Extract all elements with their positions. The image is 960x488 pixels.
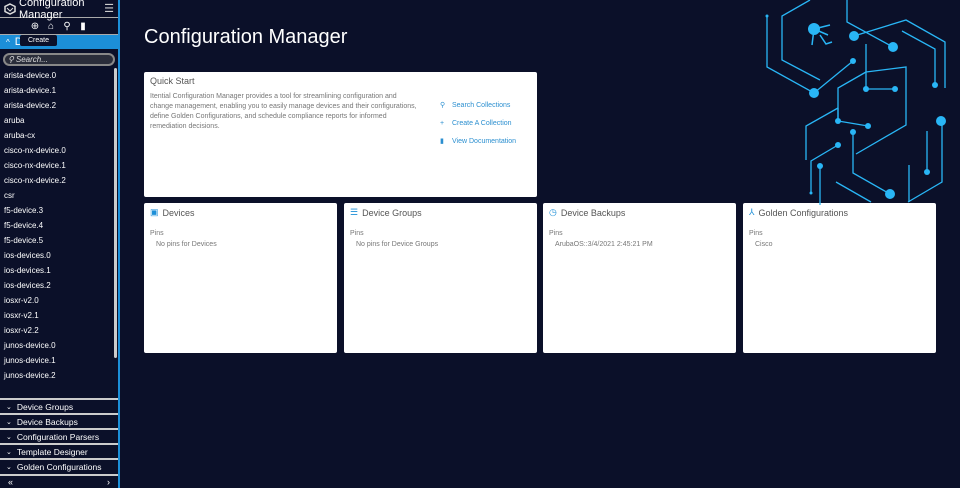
- section-label: Device Backups: [16, 416, 78, 427]
- chevron-down-icon: ⌄: [6, 463, 12, 471]
- create-tooltip: Create: [20, 35, 58, 46]
- summary-card: ▣ Devices Pins No pins for Devices: [144, 203, 337, 353]
- device-list: arista-device.0 arista-device.1 arista-dev…: [0, 68, 118, 388]
- chevron-down-icon: ⌄: [6, 403, 12, 411]
- pin-value[interactable]: ArubaOS::3/4/2021 2:45:21 PM: [543, 237, 736, 252]
- circuit-decoration: [765, 0, 946, 205]
- search-icon: ⚲: [8, 55, 14, 64]
- card-title-label: Device Groups: [362, 207, 422, 218]
- search-icon: ⚲: [440, 102, 446, 109]
- chevron-up-icon: ^: [6, 37, 10, 47]
- sidebar-footer: « ›: [0, 474, 118, 488]
- device-list-item[interactable]: csr: [0, 188, 118, 203]
- sidebar-section[interactable]: ⌄ Device Backups: [0, 413, 118, 428]
- create-collection-link[interactable]: + Create A Collection: [440, 114, 516, 132]
- section-devices-header[interactable]: ^ D Create: [0, 35, 118, 49]
- create-icon[interactable]: ⊕: [30, 21, 40, 32]
- page-title: Configuration Manager: [144, 26, 348, 48]
- chevron-down-icon: ⌄: [6, 433, 12, 441]
- pin-value: No pins for Device Groups: [356, 241, 439, 248]
- device-list-item[interactable]: junos-device.0: [0, 338, 118, 353]
- chevron-down-icon: ⌄: [6, 418, 12, 426]
- sidebar-section[interactable]: ⌄ Device Groups: [0, 398, 118, 413]
- app-logo-icon: [4, 2, 16, 15]
- hamburger-menu-icon[interactable]: ☰: [104, 2, 114, 15]
- search-collections-link[interactable]: ⚲ Search Collections: [440, 96, 516, 114]
- scrollbar[interactable]: [114, 68, 117, 358]
- quick-start-text: Itential Configuration Manager provides …: [150, 93, 417, 130]
- device-list-item[interactable]: ios-devices.1: [0, 263, 118, 278]
- search-placeholder: Search...: [15, 55, 48, 64]
- card-title[interactable]: ◷ Device Backups: [543, 203, 736, 222]
- plus-icon: +: [440, 119, 445, 127]
- card-title: Quick Start: [150, 76, 195, 86]
- device-list-item[interactable]: arista-device.0: [0, 68, 118, 83]
- device-list-item[interactable]: f5-device.3: [0, 203, 118, 218]
- card-title[interactable]: ▣ Devices: [144, 203, 337, 222]
- expand-button[interactable]: ›: [107, 477, 110, 487]
- device-list-item[interactable]: cisco-nx-device.1: [0, 158, 118, 173]
- link-label: Create A Collection: [452, 119, 512, 127]
- collapse-sidebar-button[interactable]: «: [8, 477, 13, 487]
- device-list-item[interactable]: arista-device.1: [0, 83, 118, 98]
- section-label: Device Groups: [16, 401, 74, 412]
- section-label: Golden Configurations: [16, 461, 102, 472]
- device-list-item[interactable]: ios-devices.2: [0, 278, 118, 293]
- sidebar: Configuration Manager ☰ ⊕ ⌂ ⚲ ▮ ^ D Crea…: [0, 0, 120, 488]
- view-documentation-link[interactable]: ▮ View Documentation: [440, 132, 516, 150]
- sidebar-header: Configuration Manager ☰: [0, 0, 118, 21]
- pins-label: Pins: [549, 230, 563, 237]
- device-list-item[interactable]: junos-device.1: [0, 353, 118, 368]
- sidebar-section[interactable]: ⌄ Configuration Parsers: [0, 428, 118, 443]
- sidebar-sections: ⌄ Device Groups ⌄ Device Backups ⌄ Configurat…: [0, 398, 118, 473]
- summary-card: ◷ Device BackupsPins ArubaOS::3/4/2021 2:4…: [543, 203, 736, 353]
- sidebar-section[interactable]: ⌄ Template Designer: [0, 443, 118, 458]
- card-title-label: Devices: [162, 207, 195, 218]
- sidebar-toolbar: ⊕ ⌂ ⚲ ▮: [0, 19, 118, 35]
- card-title-label: Device Backups: [560, 207, 626, 218]
- history-icon: ◷: [549, 207, 557, 217]
- pins-label: Pins: [150, 230, 164, 237]
- home-icon[interactable]: ⌂: [46, 21, 56, 32]
- device-list-item[interactable]: cisco-nx-device.0: [0, 143, 118, 158]
- link-label: View Documentation: [452, 137, 517, 145]
- search-input[interactable]: ⚲ Search...: [3, 53, 115, 66]
- section-label: Configuration Parsers: [16, 431, 100, 442]
- device-list-item[interactable]: iosxr-v2.1: [0, 308, 118, 323]
- document-icon[interactable]: ▮: [78, 21, 88, 32]
- device-list-item[interactable]: aruba-cx: [0, 128, 118, 143]
- device-list-item[interactable]: aruba: [0, 113, 118, 128]
- search-icon[interactable]: ⚲: [62, 21, 72, 32]
- card-title[interactable]: ☰ Device Groups: [344, 203, 537, 222]
- link-label: Search Collections: [452, 101, 511, 109]
- devices-icon: ▣: [150, 207, 159, 217]
- summary-card: ☰ Device Groups Pins No pins for Device Gro…: [344, 203, 537, 353]
- sidebar-section[interactable]: ⌄ Golden Configurations: [0, 458, 118, 473]
- device-list-item[interactable]: arista-device.2: [0, 98, 118, 113]
- device-list-item[interactable]: cisco-nx-device.2: [0, 173, 118, 188]
- quick-start-card: Quick Start Itential Configuration Manag…: [144, 72, 537, 197]
- chevron-down-icon: ⌄: [6, 448, 12, 456]
- list-icon: ☰: [350, 207, 359, 217]
- device-list-item[interactable]: iosxr-v2.2: [0, 323, 118, 338]
- pin-value: No pins for Devices: [156, 241, 217, 248]
- device-list-item[interactable]: f5-device.5: [0, 233, 118, 248]
- pins-label: Pins: [350, 230, 364, 237]
- document-icon: ▮: [440, 138, 444, 145]
- device-list-item[interactable]: iosxr-v2.0: [0, 293, 118, 308]
- app-title: Configuration Manager: [19, 0, 85, 21]
- device-list-item[interactable]: f5-device.4: [0, 218, 118, 233]
- device-list-item[interactable]: junos-device.2: [0, 368, 118, 383]
- section-label: Template Designer: [16, 446, 88, 457]
- device-list-item[interactable]: ios-devices.0: [0, 248, 118, 263]
